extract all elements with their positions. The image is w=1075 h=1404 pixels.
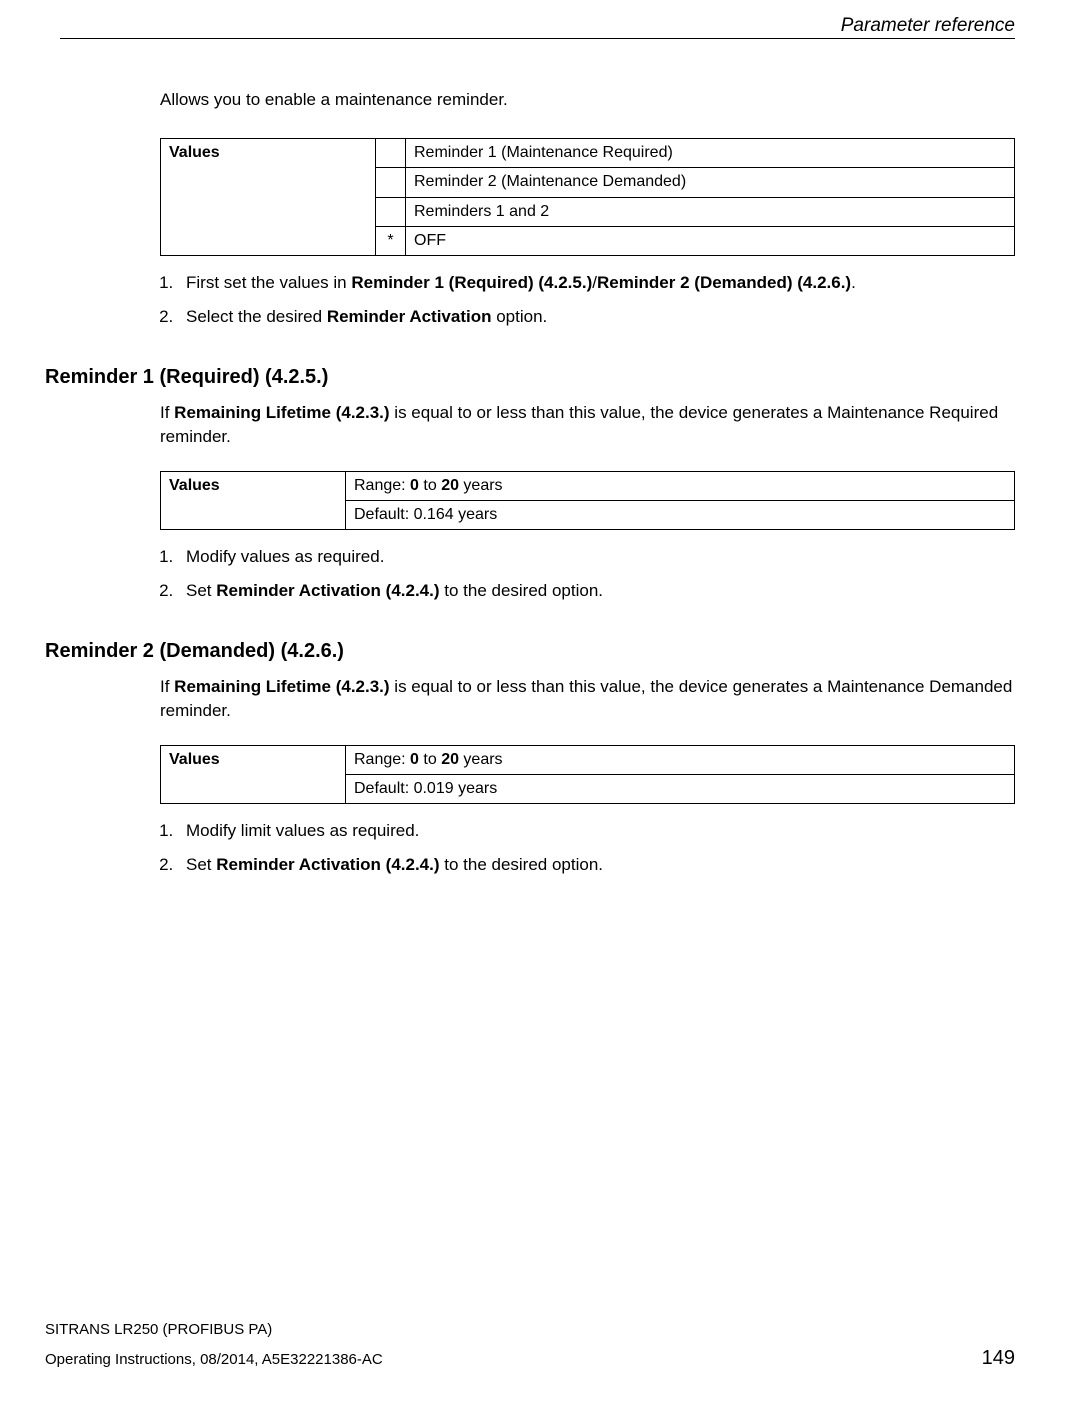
header-title: Parameter reference	[841, 13, 1015, 40]
list-item: First set the values in Reminder 1 (Requ…	[178, 271, 1015, 295]
table-star	[376, 197, 406, 226]
instruction-list-3: Modify limit values as required. Set Rem…	[178, 819, 1015, 877]
table-value: Range: 0 to 20 years	[346, 745, 1015, 774]
table-label: Values	[161, 471, 346, 530]
list-item: Modify limit values as required.	[178, 819, 1015, 843]
table-star: *	[376, 226, 406, 255]
table-value: OFF	[406, 226, 1015, 255]
table-star	[376, 168, 406, 197]
table-value: Default: 0.019 years	[346, 774, 1015, 803]
footer-docinfo: Operating Instructions, 08/2014, A5E3222…	[45, 1349, 383, 1370]
header-rule	[60, 38, 1015, 39]
table-value: Reminder 2 (Maintenance Demanded)	[406, 168, 1015, 197]
instruction-list-2: Modify values as required. Set Reminder …	[178, 545, 1015, 603]
table-label: Values	[161, 745, 346, 804]
table-value: Range: 0 to 20 years	[346, 471, 1015, 500]
instruction-list-1: First set the values in Reminder 1 (Requ…	[178, 271, 1015, 329]
section-description: If Remaining Lifetime (4.2.3.) is equal …	[160, 401, 1015, 449]
section-description: If Remaining Lifetime (4.2.3.) is equal …	[160, 675, 1015, 723]
section-heading-reminder2: Reminder 2 (Demanded) (4.2.6.)	[45, 637, 1015, 665]
table-value: Default: 0.164 years	[346, 500, 1015, 529]
values-table-reminder1: Values Range: 0 to 20 years Default: 0.1…	[160, 471, 1015, 531]
page-content: Allows you to enable a maintenance remin…	[45, 88, 1015, 901]
list-item: Select the desired Reminder Activation o…	[178, 305, 1015, 329]
table-value: Reminders 1 and 2	[406, 197, 1015, 226]
list-item: Set Reminder Activation (4.2.4.) to the …	[178, 579, 1015, 603]
table-label: Values	[161, 138, 376, 256]
table-value: Reminder 1 (Maintenance Required)	[406, 138, 1015, 167]
table-star	[376, 138, 406, 167]
list-item: Modify values as required.	[178, 545, 1015, 569]
section-heading-reminder1: Reminder 1 (Required) (4.2.5.)	[45, 363, 1015, 391]
values-table-reminder2: Values Range: 0 to 20 years Default: 0.0…	[160, 745, 1015, 805]
values-table-activation: Values Reminder 1 (Maintenance Required)…	[160, 138, 1015, 257]
intro-text: Allows you to enable a maintenance remin…	[160, 88, 1015, 112]
page-number: 149	[982, 1344, 1015, 1372]
footer-product: SITRANS LR250 (PROFIBUS PA)	[45, 1319, 1015, 1340]
page-footer: SITRANS LR250 (PROFIBUS PA) Operating In…	[45, 1319, 1015, 1372]
list-item: Set Reminder Activation (4.2.4.) to the …	[178, 853, 1015, 877]
